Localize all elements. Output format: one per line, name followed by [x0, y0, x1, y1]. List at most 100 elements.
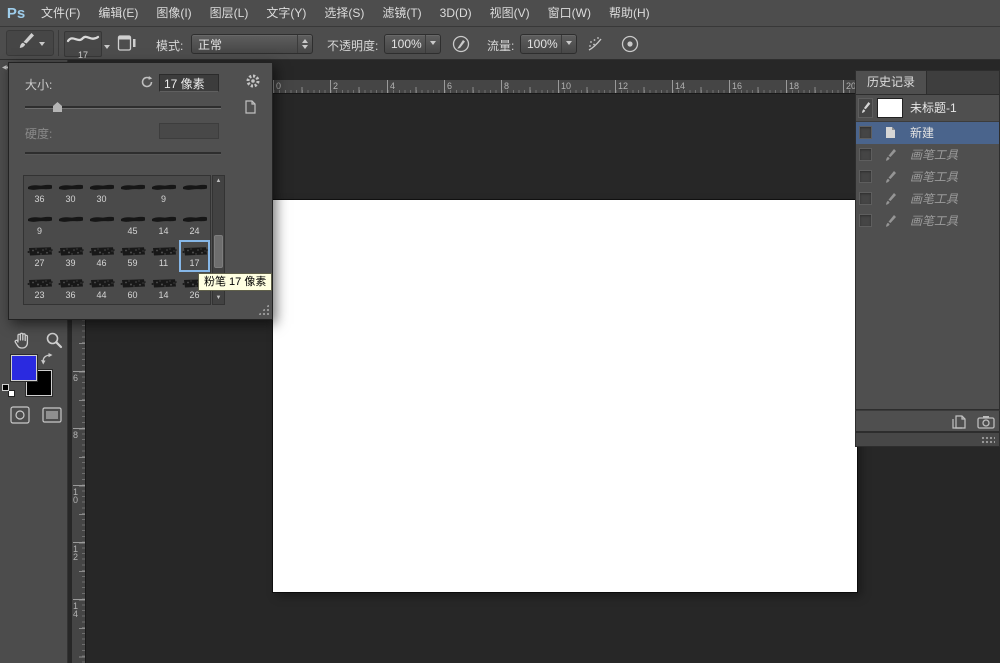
- history-source-well[interactable]: [859, 170, 872, 183]
- menu-item[interactable]: 3D(D): [431, 6, 481, 20]
- history-state[interactable]: 画笔工具: [856, 144, 999, 166]
- brush-size-number: 30: [96, 194, 107, 204]
- brush-preset-44[interactable]: 44: [86, 272, 117, 304]
- brush-icon: [885, 192, 897, 211]
- brush-preset-46[interactable]: 46: [86, 240, 117, 272]
- history-state[interactable]: 画笔工具: [856, 166, 999, 188]
- history-source-well[interactable]: [859, 192, 872, 205]
- history-state-label: 画笔工具: [910, 170, 959, 184]
- brush-preset-11[interactable]: 11: [148, 240, 179, 272]
- menu-item[interactable]: 图层(L): [201, 6, 258, 20]
- menu-item[interactable]: 滤镜(T): [373, 6, 430, 20]
- select-arrows[interactable]: [297, 35, 312, 53]
- brush-preset-picker[interactable]: 17: [64, 31, 102, 60]
- brush-preset-9[interactable]: 9: [24, 208, 55, 240]
- brush-size-number: 9: [160, 194, 166, 204]
- brush-size-number: 36: [65, 290, 76, 300]
- resize-grip[interactable]: [258, 304, 269, 315]
- menu-item[interactable]: 编辑(E): [89, 6, 147, 20]
- preset-dropdown-caret[interactable]: [104, 45, 110, 52]
- brush-thumbnail-stroke: [27, 216, 52, 222]
- brush-tool-icon: [16, 31, 36, 56]
- brush-size-number: 44: [96, 290, 107, 300]
- brush-size-input[interactable]: [159, 74, 219, 92]
- opacity-combo[interactable]: 100%: [384, 34, 441, 54]
- dock-bottom-strip: [855, 432, 1000, 447]
- toggle-brush-panel-icon[interactable]: [117, 34, 137, 57]
- menu-item[interactable]: 视图(V): [481, 6, 539, 20]
- brush-preset-14[interactable]: 14: [148, 208, 179, 240]
- history-state[interactable]: 画笔工具: [856, 188, 999, 210]
- menu-item[interactable]: 图像(I): [147, 6, 200, 20]
- scroll-up-icon[interactable]: ▲: [213, 176, 224, 187]
- brush-preset-30[interactable]: 30: [86, 176, 117, 208]
- quick-mask-icon[interactable]: [10, 406, 30, 426]
- h-ruler-label: 12: [615, 80, 628, 93]
- h-ruler-label: 10: [558, 80, 571, 93]
- current-tool-button[interactable]: [6, 30, 54, 56]
- dropdown-arrow[interactable]: [561, 35, 576, 53]
- brush-preset-size: 17: [77, 50, 88, 60]
- brush-thumbnail-stroke: [182, 216, 207, 222]
- swap-colors-icon[interactable]: [40, 352, 54, 366]
- screen-mode-icon[interactable]: [42, 406, 62, 426]
- brush-size-slider[interactable]: [25, 101, 221, 113]
- gear-icon[interactable]: [245, 73, 261, 94]
- tab-history[interactable]: 历史记录: [856, 71, 928, 94]
- reset-size-icon[interactable]: [140, 75, 154, 94]
- brush-preset-cell-7[interactable]: [55, 208, 86, 240]
- default-colors-icon[interactable]: [2, 384, 16, 398]
- history-source-well[interactable]: [859, 148, 872, 161]
- foreground-color-swatch[interactable]: [12, 356, 36, 380]
- history-snapshot-row[interactable]: 未标题-1: [856, 95, 999, 122]
- new-brush-icon[interactable]: [243, 100, 257, 119]
- menu-item[interactable]: 文件(F): [32, 6, 89, 20]
- slider-thumb[interactable]: [53, 102, 62, 112]
- history-source-well[interactable]: [859, 214, 872, 227]
- snapshot-thumbnail[interactable]: [877, 98, 903, 118]
- brush-preset-36[interactable]: 36: [55, 272, 86, 304]
- hand-tool-icon[interactable]: [12, 330, 32, 350]
- brush-preset-cell-3[interactable]: [117, 176, 148, 208]
- history-state[interactable]: 新建: [856, 122, 999, 144]
- menu-item[interactable]: 窗口(W): [539, 6, 600, 20]
- history-source-well[interactable]: [859, 126, 872, 139]
- menu-item[interactable]: 帮助(H): [600, 6, 659, 20]
- scroll-down-icon[interactable]: ▼: [213, 293, 224, 304]
- brush-preset-14[interactable]: 14: [148, 272, 179, 304]
- brush-preset-17[interactable]: 17: [179, 240, 210, 272]
- history-brush-source[interactable]: [858, 98, 873, 118]
- brush-size-number: 46: [96, 258, 107, 268]
- history-state[interactable]: 画笔工具: [856, 210, 999, 232]
- brush-preset-9[interactable]: 9: [148, 176, 179, 208]
- brush-thumbnail-chalk: [27, 247, 53, 256]
- resize-grip[interactable]: [981, 436, 995, 445]
- zoom-tool-icon[interactable]: [44, 330, 64, 350]
- menu-item[interactable]: 文字(Y): [257, 6, 315, 20]
- tablet-pressure-opacity-icon[interactable]: [451, 34, 471, 54]
- h-ruler-label: 14: [672, 80, 685, 93]
- brush-preset-30[interactable]: 30: [55, 176, 86, 208]
- brush-preset-59[interactable]: 59: [117, 240, 148, 272]
- airbrush-icon[interactable]: [585, 34, 605, 54]
- h-ruler-label: 8: [501, 80, 509, 93]
- menu-item[interactable]: 选择(S): [315, 6, 373, 20]
- brush-preset-36[interactable]: 36: [24, 176, 55, 208]
- brush-preset-cell-8[interactable]: [86, 208, 117, 240]
- brush-preset-27[interactable]: 27: [24, 240, 55, 272]
- h-ruler-label: 2: [330, 80, 338, 93]
- blend-mode-select[interactable]: 正常: [191, 34, 313, 54]
- brush-preset-39[interactable]: 39: [55, 240, 86, 272]
- brush-preset-45[interactable]: 45: [117, 208, 148, 240]
- document-canvas[interactable]: [273, 200, 857, 592]
- brush-preset-60[interactable]: 60: [117, 272, 148, 304]
- history-brush-icon: [861, 102, 870, 113]
- tablet-pressure-size-icon[interactable]: [620, 34, 640, 54]
- flow-combo[interactable]: 100%: [520, 34, 577, 54]
- brush-preset-cell-5[interactable]: [179, 176, 210, 208]
- brush-preset-23[interactable]: 23: [24, 272, 55, 304]
- brush-preset-24[interactable]: 24: [179, 208, 210, 240]
- dropdown-arrow[interactable]: [425, 35, 440, 53]
- size-label: 大小:: [25, 78, 53, 92]
- scrollbar-thumb[interactable]: [214, 235, 223, 268]
